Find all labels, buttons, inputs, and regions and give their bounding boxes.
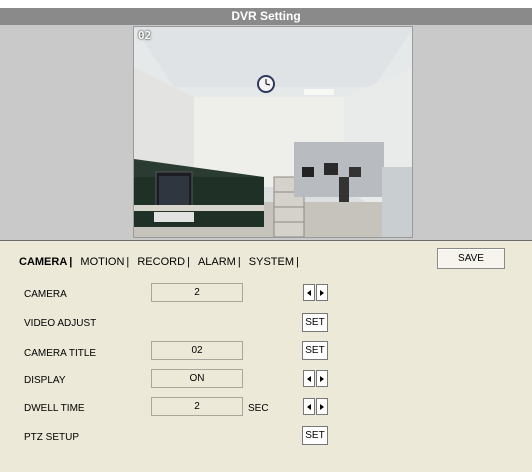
dwell-time-prev-button[interactable] <box>303 398 315 415</box>
dwell-time-label: DWELL TIME <box>24 403 85 414</box>
display-prev-button[interactable] <box>303 370 315 387</box>
camera-value-field[interactable]: 2 <box>151 283 243 302</box>
display-arrow-controls <box>303 370 329 387</box>
camera-next-button[interactable] <box>316 284 328 301</box>
video-frame-image <box>134 27 412 237</box>
save-button[interactable]: SAVE <box>437 248 505 269</box>
tab-camera[interactable]: CAMERA | <box>17 256 75 268</box>
preview-area: 02 <box>0 25 532 240</box>
camera-label: CAMERA <box>24 289 67 300</box>
ptz-setup-set-button[interactable]: SET <box>302 426 328 445</box>
tab-bar: CAMERA | MOTION | RECORD | ALARM | SYSTEM | <box>17 256 302 268</box>
triangle-left-icon <box>307 403 311 410</box>
camera-id-overlay: 02 <box>138 29 152 42</box>
dwell-time-field[interactable]: 2 <box>151 397 243 416</box>
ptz-setup-label: PTZ SETUP <box>24 432 80 443</box>
tab-record-label: RECORD <box>137 256 186 268</box>
camera-title-label: CAMERA TITLE <box>24 348 97 359</box>
camera-title-field[interactable]: 02 <box>151 341 243 360</box>
tab-motion-label: MOTION <box>80 256 125 268</box>
tab-record[interactable]: RECORD | <box>135 256 193 268</box>
triangle-right-icon <box>320 403 324 410</box>
camera-video-feed[interactable]: 02 <box>133 26 413 238</box>
settings-panel: CAMERA | MOTION | RECORD | ALARM | SYSTEM | S… <box>0 240 532 472</box>
camera-title-set-button[interactable]: SET <box>302 341 328 360</box>
tab-alarm[interactable]: ALARM | <box>196 256 244 268</box>
display-next-button[interactable] <box>316 370 328 387</box>
tab-system[interactable]: SYSTEM | <box>247 256 302 268</box>
tab-alarm-label: ALARM <box>197 256 236 268</box>
camera-arrow-controls <box>303 284 329 301</box>
top-strip <box>0 0 532 8</box>
triangle-left-icon <box>307 289 311 296</box>
video-adjust-label: VIDEO ADJUST <box>24 318 97 329</box>
display-label: DISPLAY <box>24 375 66 386</box>
triangle-left-icon <box>307 375 311 382</box>
window-title: DVR Setting <box>0 8 532 25</box>
triangle-right-icon <box>320 375 324 382</box>
camera-prev-button[interactable] <box>303 284 315 301</box>
dwell-time-unit: SEC <box>248 403 269 414</box>
tab-system-label: SYSTEM <box>248 256 294 268</box>
display-value-field[interactable]: ON <box>151 369 243 388</box>
dwell-time-next-button[interactable] <box>316 398 328 415</box>
dwell-time-arrow-controls <box>303 398 329 415</box>
tab-camera-label: CAMERA <box>19 256 68 268</box>
tab-motion[interactable]: MOTION | <box>78 256 132 268</box>
triangle-right-icon <box>320 289 324 296</box>
video-adjust-set-button[interactable]: SET <box>302 313 328 332</box>
